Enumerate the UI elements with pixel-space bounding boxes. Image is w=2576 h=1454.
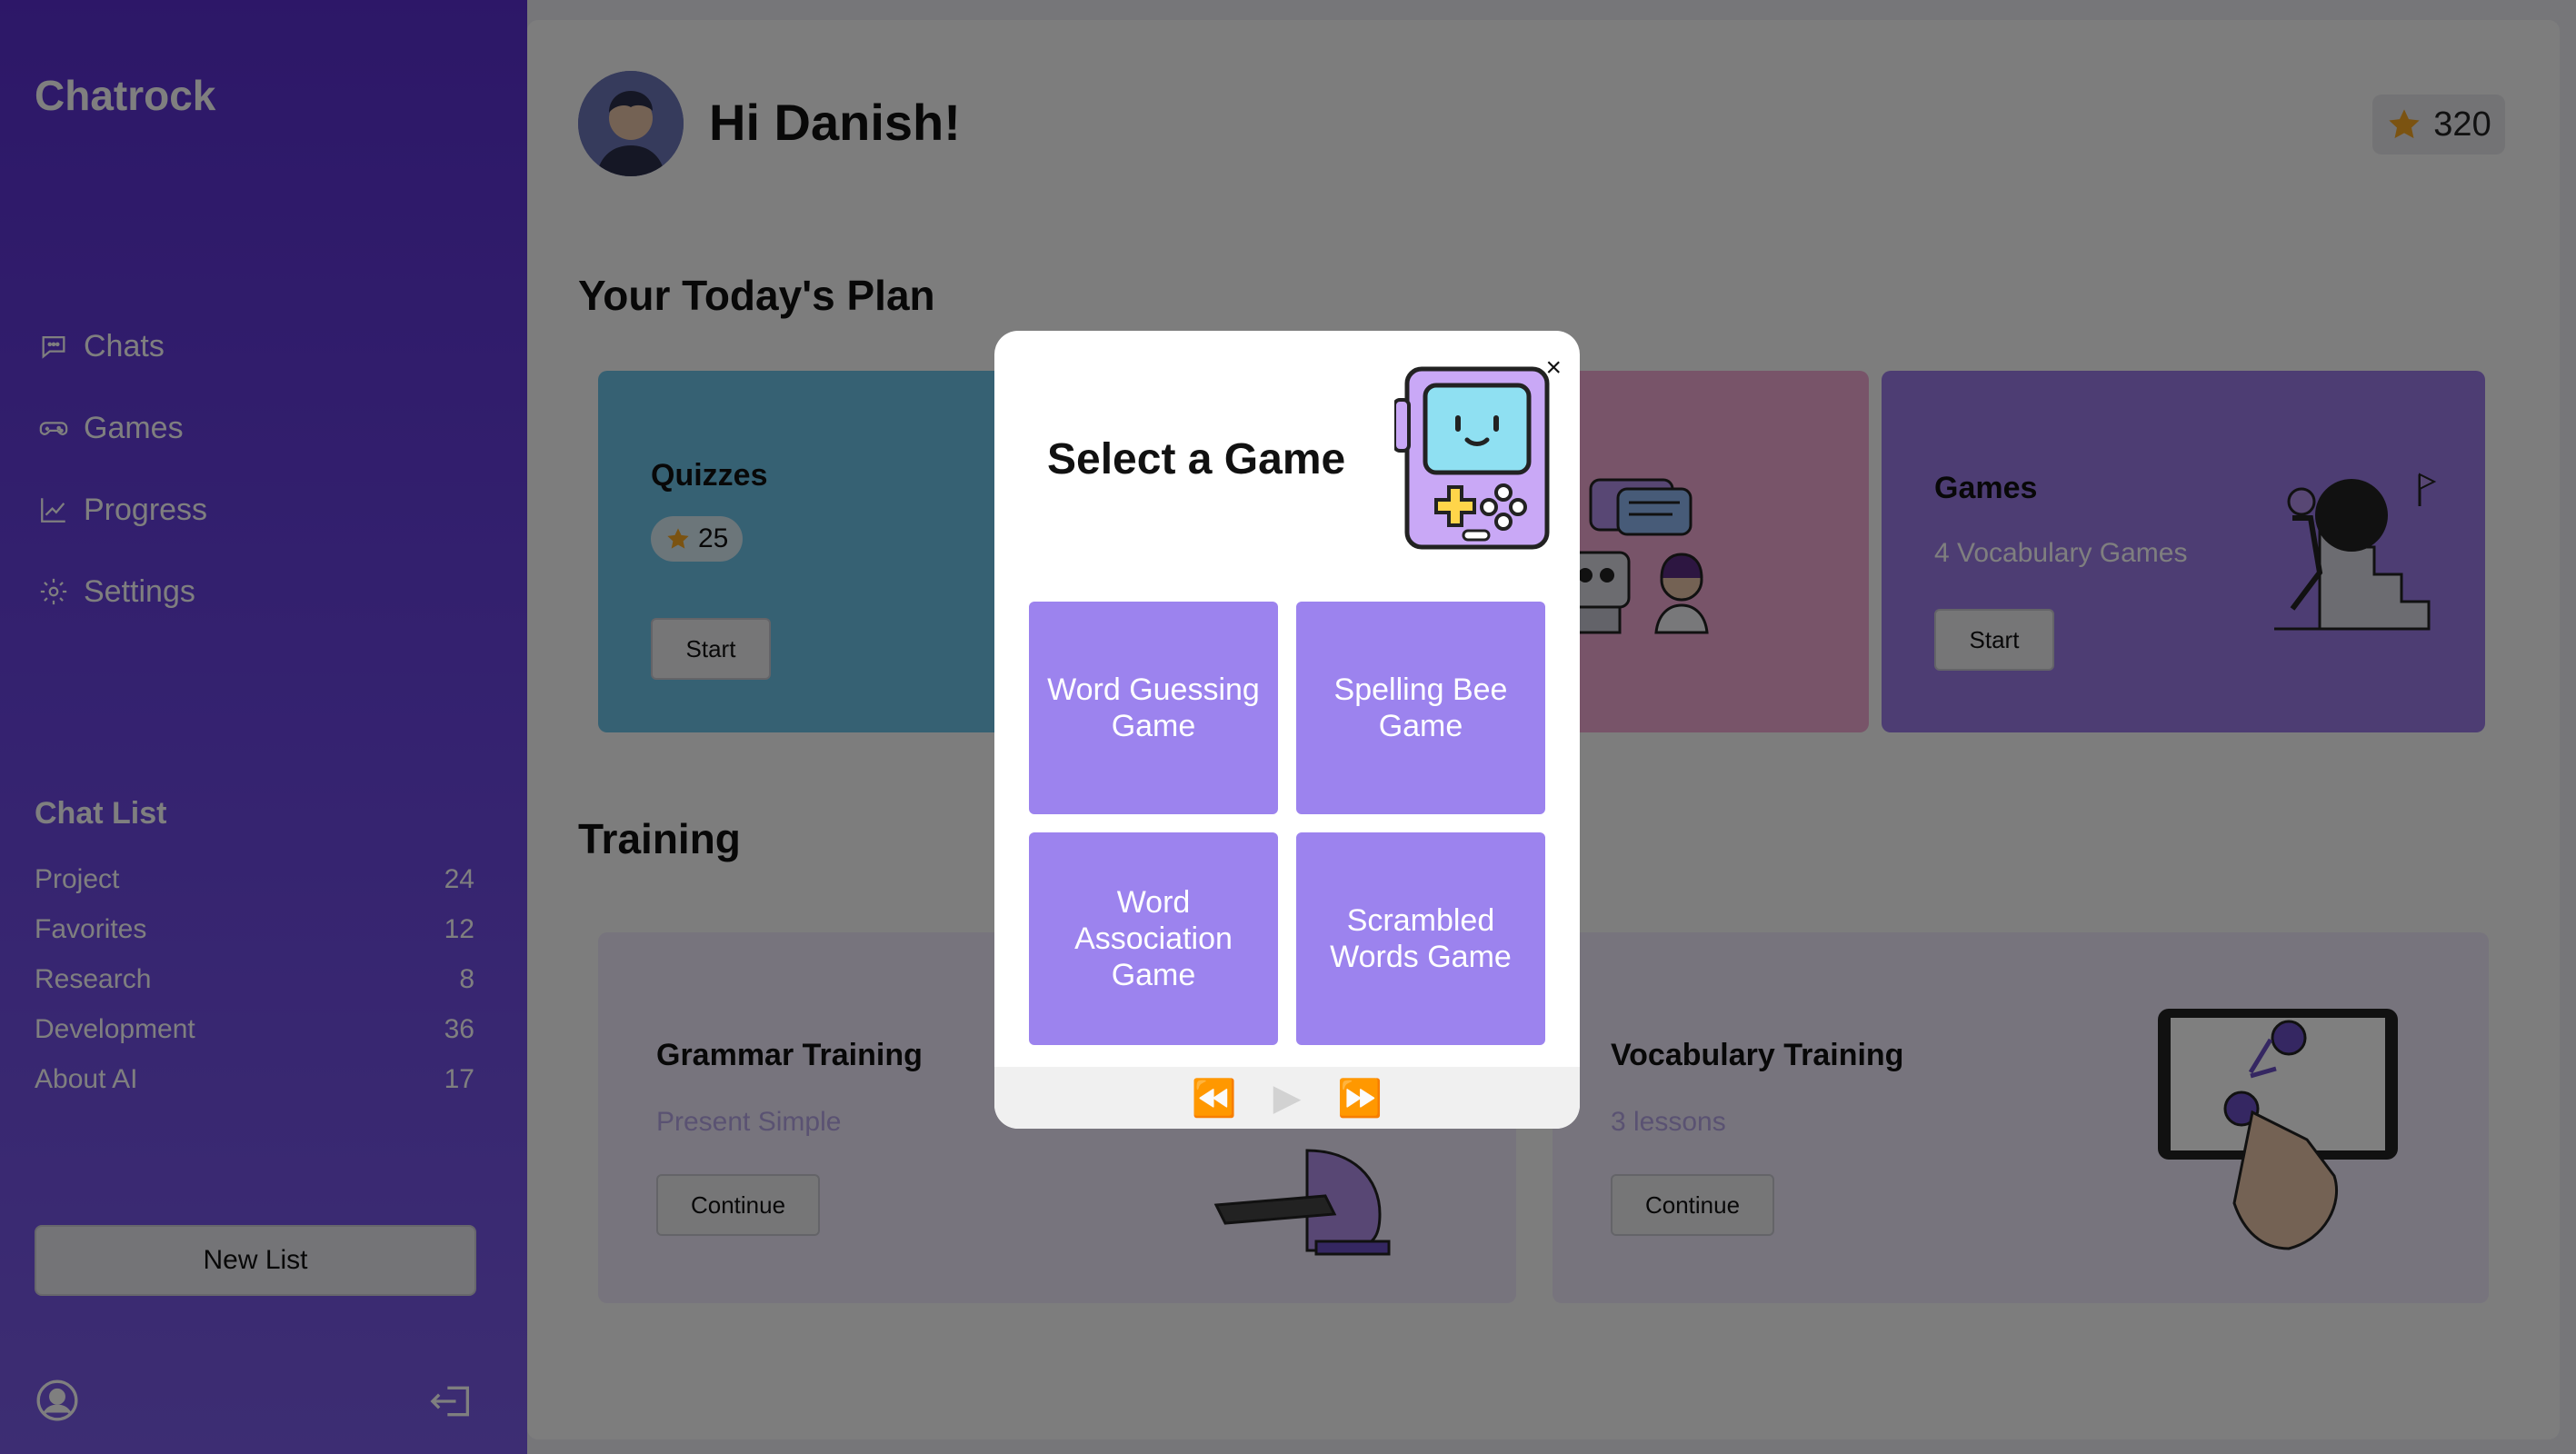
app-root: Chatrock Chats Games Progress [0,0,2576,1454]
scrambled-words-game-button[interactable]: Scrambled Words Game [1296,832,1545,1045]
select-game-modal: Select a Game × Word Guessing Game Spell… [994,331,1580,1129]
modal-title: Select a Game [1047,435,1346,483]
word-association-game-button[interactable]: Word Association Game [1029,832,1278,1045]
spelling-bee-game-button[interactable]: Spelling Bee Game [1296,602,1545,814]
gameboy-icon [1394,366,1550,550]
play-icon[interactable]: ▶ [1273,1077,1302,1119]
rewind-icon[interactable]: ⏪ [1192,1077,1237,1120]
media-controls: ⏪ ▶ ⏩ [994,1067,1580,1129]
fast-forward-icon[interactable]: ⏩ [1337,1077,1383,1120]
word-guessing-game-button[interactable]: Word Guessing Game [1029,602,1278,814]
